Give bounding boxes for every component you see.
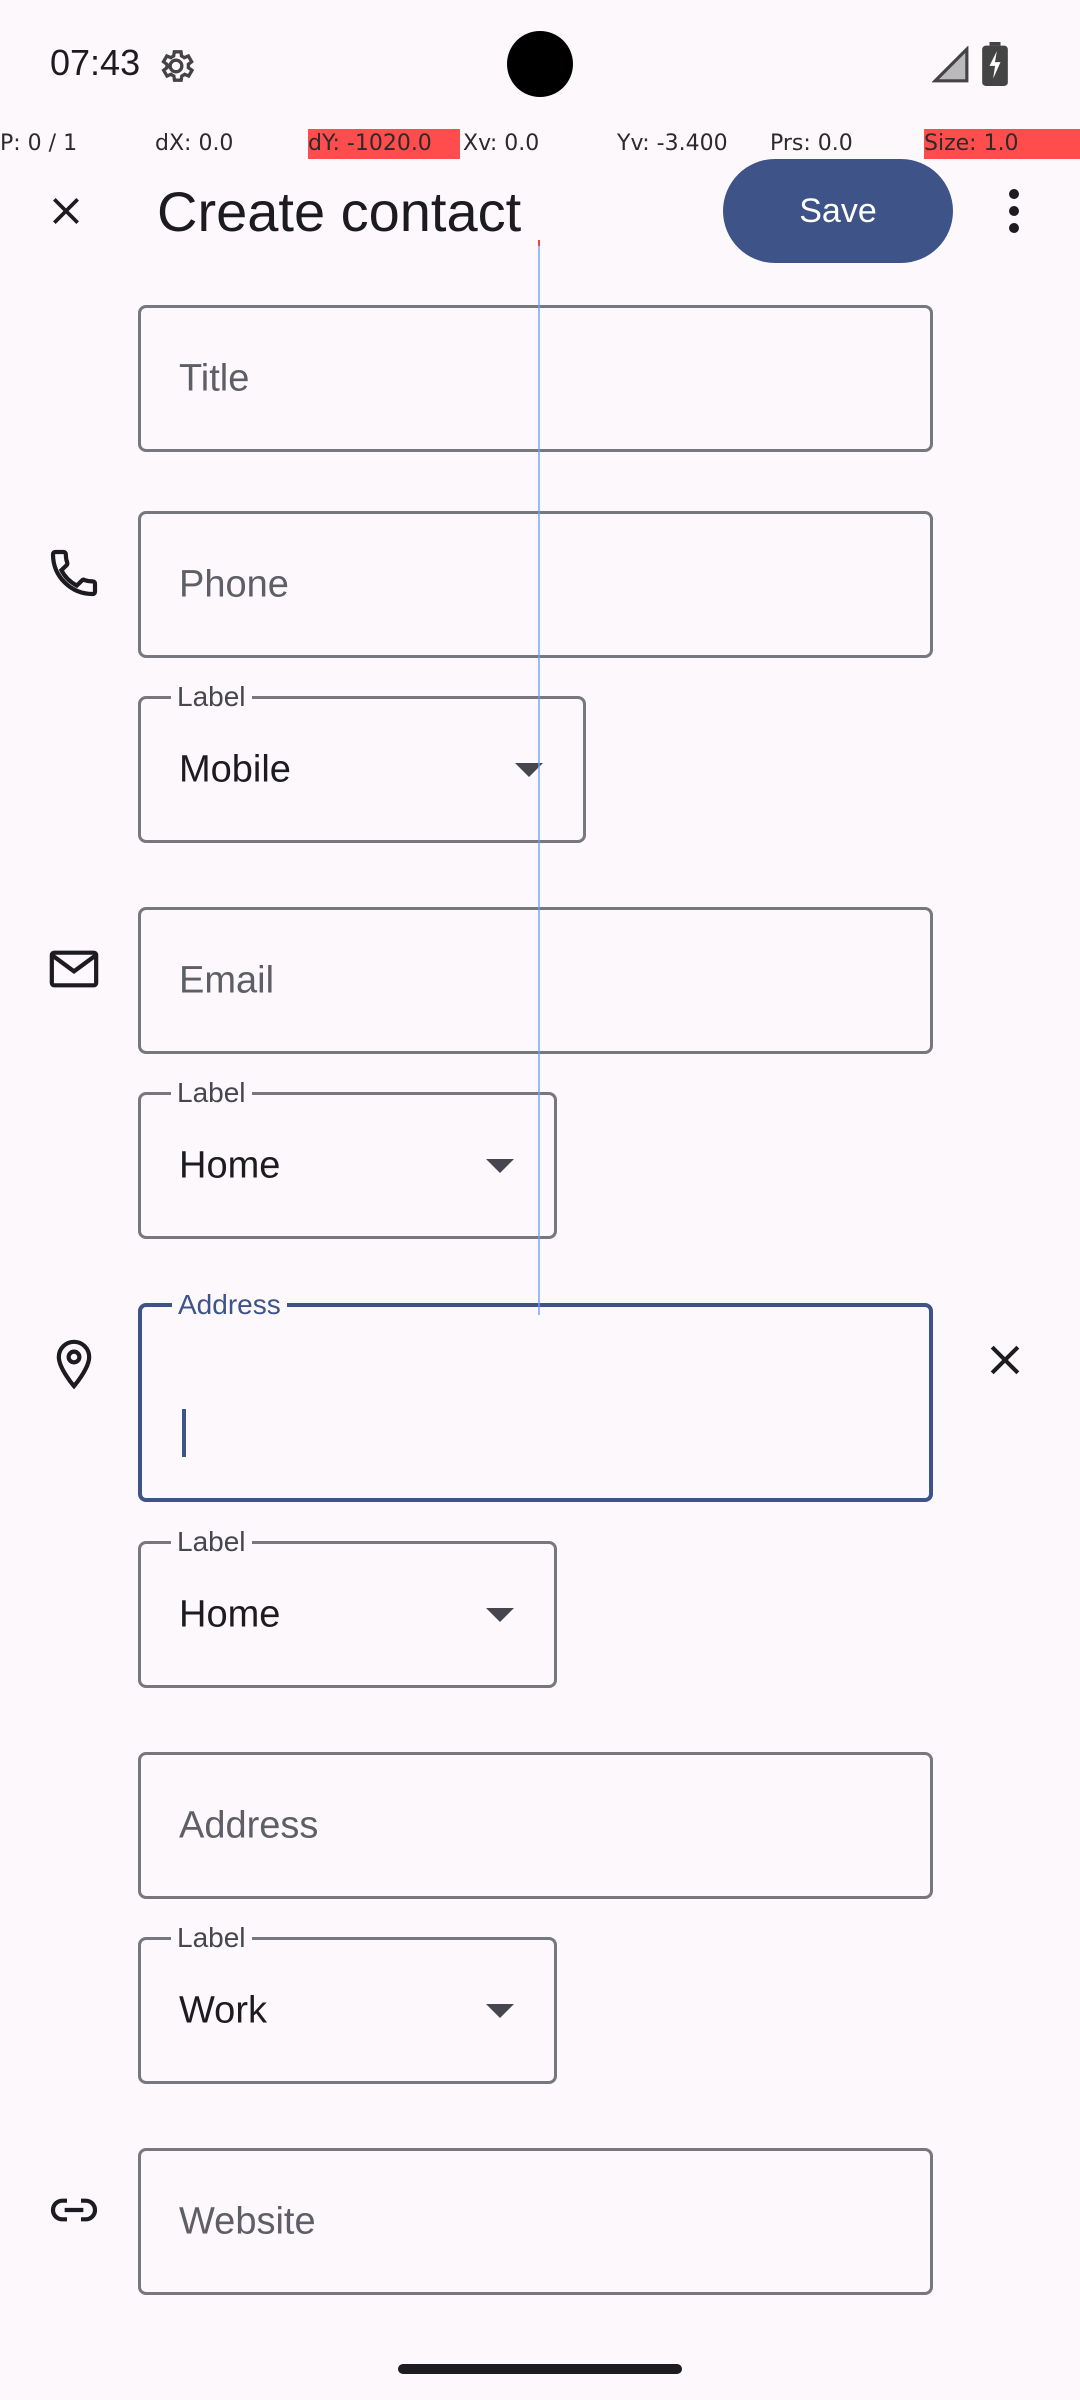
phone-label-legend: Label: [171, 681, 252, 713]
camera-cutout: [507, 31, 573, 97]
debug-dx: dX: 0.0: [155, 131, 234, 156]
address-label-value: Home: [179, 1593, 281, 1635]
phone-label-value: Mobile: [179, 748, 291, 790]
dropdown-arrow-icon: [486, 1607, 514, 1622]
debug-xv: Xv: 0.0: [463, 131, 540, 156]
debug-size: Size: 1.0: [924, 129, 1080, 159]
phone-placeholder: Phone: [179, 563, 289, 605]
email-placeholder: Email: [179, 959, 275, 1001]
cell-signal-icon: [931, 45, 970, 84]
address-field[interactable]: Address: [138, 1289, 933, 1502]
close-icon: [53, 198, 79, 224]
status-bar: 07:43: [0, 0, 1080, 128]
more-options-button[interactable]: [984, 169, 1044, 253]
battery-charging-icon: [982, 42, 1008, 86]
email-label-dropdown[interactable]: Label Home: [138, 1077, 557, 1239]
location-pin-icon: [44, 1334, 104, 1394]
close-icon: [990, 1345, 1020, 1375]
link-icon: [44, 2180, 104, 2240]
settings-gear-icon: [156, 46, 196, 86]
address-field-2[interactable]: Address: [138, 1752, 933, 1899]
page-title: Create contact: [157, 180, 522, 243]
email-label-value: Home: [179, 1144, 281, 1186]
debug-pressure: Prs: 0.0: [770, 131, 853, 156]
title-placeholder: Title: [179, 357, 250, 399]
address-2-label-legend: Label: [171, 1922, 252, 1954]
gesture-nav-handle[interactable]: [398, 2364, 682, 2374]
close-button[interactable]: [24, 169, 108, 253]
status-time: 07:43: [50, 42, 141, 83]
title-field[interactable]: Title: [138, 305, 933, 452]
text-cursor: [182, 1409, 186, 1457]
save-button[interactable]: Save: [723, 159, 953, 263]
address-2-placeholder: Address: [179, 1804, 319, 1846]
address-label-dropdown[interactable]: Label Home: [138, 1526, 557, 1688]
phone-icon: [44, 543, 104, 603]
address-field-legend: Address: [172, 1289, 287, 1321]
debug-pointer-count: P: 0 / 1: [0, 131, 78, 156]
phone-field[interactable]: Phone: [138, 511, 933, 658]
phone-label-dropdown[interactable]: Label Mobile: [138, 681, 586, 843]
website-field[interactable]: Website: [138, 2148, 933, 2295]
pointer-trace-start: [538, 240, 540, 246]
debug-yv: Yv: -3.400: [617, 131, 728, 156]
email-field[interactable]: Email: [138, 907, 933, 1054]
dropdown-arrow-icon: [486, 1158, 514, 1173]
address-label-legend: Label: [171, 1526, 252, 1558]
pointer-debug-overlay: P: 0 / 1 dX: 0.0 dY: -1020.0 Xv: 0.0 Yv:…: [0, 129, 1080, 159]
dropdown-arrow-icon: [486, 2003, 514, 2018]
top-app-bar: Create contact Save: [0, 159, 1080, 263]
remove-address-button[interactable]: [975, 1330, 1035, 1390]
email-icon: [44, 939, 104, 999]
website-placeholder: Website: [179, 2200, 316, 2242]
more-vert-icon: [1009, 189, 1019, 233]
pointer-trace-line: [538, 240, 540, 1315]
debug-dy: dY: -1020.0: [308, 129, 460, 159]
address-2-label-value: Work: [179, 1989, 267, 2031]
email-label-legend: Label: [171, 1077, 252, 1109]
address-2-label-dropdown[interactable]: Label Work: [138, 1922, 557, 2084]
